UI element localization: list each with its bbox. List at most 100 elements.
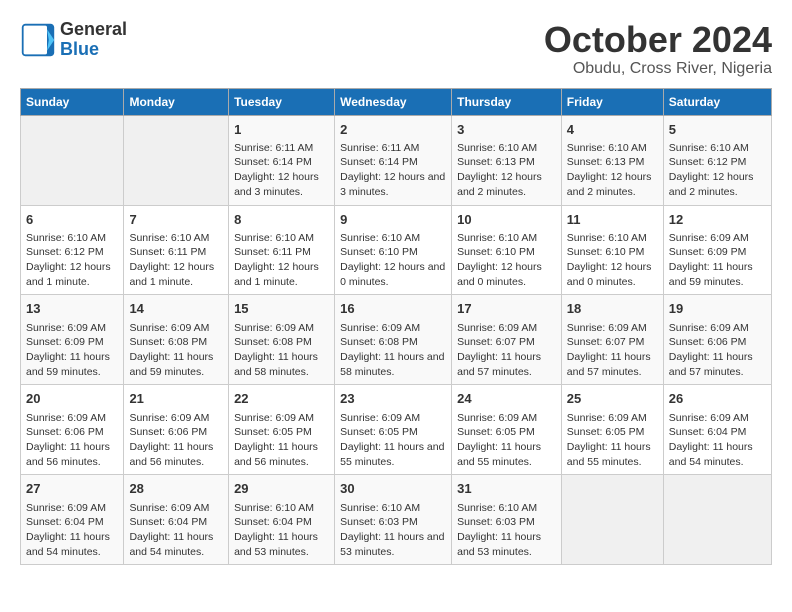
logo-icon	[20, 22, 56, 58]
calendar-cell: 3 Sunrise: 6:10 AMSunset: 6:13 PMDaylight…	[452, 115, 562, 205]
day-number: 20	[26, 390, 118, 408]
day-info: Daylight: 12 hours and 3 minutes.	[340, 170, 446, 199]
day-number: 7	[129, 211, 223, 229]
day-info: Daylight: 11 hours and 56 minutes.	[26, 440, 118, 469]
day-info: Daylight: 11 hours and 54 minutes.	[129, 530, 223, 559]
calendar-cell	[663, 475, 771, 565]
day-info: Daylight: 11 hours and 54 minutes.	[669, 440, 766, 469]
day-info: Sunrise: 6:10 AM	[234, 501, 329, 516]
day-info: Sunrise: 6:10 AM	[340, 501, 446, 516]
day-info: Sunset: 6:03 PM	[340, 515, 446, 530]
day-info: Sunset: 6:04 PM	[26, 515, 118, 530]
day-info: Sunset: 6:08 PM	[234, 335, 329, 350]
day-number: 29	[234, 480, 329, 498]
calendar-cell: 26Sunrise: 6:09 AMSunset: 6:04 PMDayligh…	[663, 385, 771, 475]
day-info: Sunset: 6:10 PM	[340, 245, 446, 260]
day-info: Daylight: 11 hours and 59 minutes.	[26, 350, 118, 379]
day-number: 2	[340, 121, 446, 139]
calendar-cell	[124, 115, 229, 205]
day-number: 6	[26, 211, 118, 229]
day-info: Sunset: 6:11 PM	[234, 245, 329, 260]
title-block: October 2024 Obudu, Cross River, Nigeria	[544, 20, 772, 78]
calendar-week-row: 13Sunrise: 6:09 AMSunset: 6:09 PMDayligh…	[21, 295, 772, 385]
day-number: 30	[340, 480, 446, 498]
day-info: Sunrise: 6:10 AM	[340, 231, 446, 246]
calendar-cell: 18Sunrise: 6:09 AMSunset: 6:07 PMDayligh…	[561, 295, 663, 385]
day-number: 31	[457, 480, 556, 498]
day-info: Sunset: 6:13 PM	[567, 155, 658, 170]
day-info: Daylight: 12 hours and 3 minutes.	[234, 170, 329, 199]
day-info: Daylight: 11 hours and 59 minutes.	[669, 260, 766, 289]
calendar-cell: 12Sunrise: 6:09 AMSunset: 6:09 PMDayligh…	[663, 205, 771, 295]
calendar-cell: 14Sunrise: 6:09 AMSunset: 6:08 PMDayligh…	[124, 295, 229, 385]
weekday-header-friday: Friday	[561, 88, 663, 115]
day-number: 15	[234, 300, 329, 318]
day-info: Daylight: 11 hours and 55 minutes.	[457, 440, 556, 469]
month-title: October 2024	[544, 20, 772, 60]
day-number: 11	[567, 211, 658, 229]
day-info: Daylight: 11 hours and 56 minutes.	[129, 440, 223, 469]
day-info: Sunset: 6:14 PM	[234, 155, 329, 170]
day-info: Sunrise: 6:09 AM	[129, 321, 223, 336]
calendar-cell: 15 Sunrise: 6:09 AMSunset: 6:08 PMDayligh…	[229, 295, 335, 385]
calendar-cell	[21, 115, 124, 205]
calendar-cell: 16Sunrise: 6:09 AMSunset: 6:08 PMDayligh…	[335, 295, 452, 385]
day-info: Sunrise: 6:10 AM	[457, 231, 556, 246]
day-number: 28	[129, 480, 223, 498]
calendar-cell: 25Sunrise: 6:09 AMSunset: 6:05 PMDayligh…	[561, 385, 663, 475]
calendar-cell: 10 Sunrise: 6:10 AMSunset: 6:10 PMDayligh…	[452, 205, 562, 295]
calendar-week-row: 27Sunrise: 6:09 AMSunset: 6:04 PMDayligh…	[21, 475, 772, 565]
calendar-week-row: 1Sunrise: 6:11 AMSunset: 6:14 PMDaylight…	[21, 115, 772, 205]
day-number: 17	[457, 300, 556, 318]
day-info: Sunrise: 6:10 AM	[129, 231, 223, 246]
day-info: Sunset: 6:05 PM	[234, 425, 329, 440]
day-info: Sunrise: 6:09 AM	[457, 411, 556, 426]
day-info: Sunset: 6:10 PM	[457, 245, 556, 260]
day-info: Sunset: 6:03 PM	[457, 515, 556, 530]
day-info: Daylight: 11 hours and 54 minutes.	[26, 530, 118, 559]
day-info: Daylight: 12 hours and 0 minutes.	[457, 260, 556, 289]
day-info: Sunset: 6:04 PM	[129, 515, 223, 530]
day-info: Sunrise: 6:09 AM	[26, 411, 118, 426]
calendar-cell: 23Sunrise: 6:09 AMSunset: 6:05 PMDayligh…	[335, 385, 452, 475]
day-info: Daylight: 11 hours and 55 minutes.	[340, 440, 446, 469]
day-info: Daylight: 11 hours and 56 minutes.	[234, 440, 329, 469]
day-info: Sunrise: 6:09 AM	[669, 411, 766, 426]
day-info: Daylight: 12 hours and 1 minute.	[234, 260, 329, 289]
day-number: 4	[567, 121, 658, 139]
page-header: General Blue October 2024 Obudu, Cross R…	[20, 20, 772, 78]
calendar-cell: 28Sunrise: 6:09 AMSunset: 6:04 PMDayligh…	[124, 475, 229, 565]
day-number: 19	[669, 300, 766, 318]
calendar-cell: 13Sunrise: 6:09 AMSunset: 6:09 PMDayligh…	[21, 295, 124, 385]
day-info: Sunrise: 6:10 AM	[567, 141, 658, 156]
day-info: Daylight: 12 hours and 2 minutes.	[457, 170, 556, 199]
day-info: Sunset: 6:11 PM	[129, 245, 223, 260]
day-info: Sunset: 6:04 PM	[669, 425, 766, 440]
day-info: Sunrise: 6:10 AM	[457, 141, 556, 156]
day-info: Sunrise: 6:10 AM	[234, 231, 329, 246]
day-info: Daylight: 11 hours and 58 minutes.	[234, 350, 329, 379]
day-info: Sunset: 6:08 PM	[340, 335, 446, 350]
day-info: Sunset: 6:10 PM	[567, 245, 658, 260]
day-info: Sunrise: 6:09 AM	[340, 411, 446, 426]
day-info: Sunrise: 6:10 AM	[669, 141, 766, 156]
day-info: Sunrise: 6:09 AM	[567, 321, 658, 336]
day-number: 3	[457, 121, 556, 139]
day-number: 13	[26, 300, 118, 318]
day-number: 5	[669, 121, 766, 139]
day-info: Daylight: 12 hours and 1 minute.	[129, 260, 223, 289]
day-info: Sunrise: 6:09 AM	[234, 321, 329, 336]
day-info: Daylight: 12 hours and 2 minutes.	[567, 170, 658, 199]
day-info: Sunset: 6:12 PM	[669, 155, 766, 170]
day-info: Sunset: 6:13 PM	[457, 155, 556, 170]
day-number: 10	[457, 211, 556, 229]
weekday-header-monday: Monday	[124, 88, 229, 115]
day-info: Sunrise: 6:09 AM	[26, 501, 118, 516]
calendar-cell: 22Sunrise: 6:09 AMSunset: 6:05 PMDayligh…	[229, 385, 335, 475]
day-info: Sunset: 6:05 PM	[567, 425, 658, 440]
day-number: 21	[129, 390, 223, 408]
day-info: Sunset: 6:09 PM	[669, 245, 766, 260]
calendar-cell: 30Sunrise: 6:10 AMSunset: 6:03 PMDayligh…	[335, 475, 452, 565]
day-number: 1	[234, 121, 329, 139]
day-info: Daylight: 11 hours and 57 minutes.	[457, 350, 556, 379]
